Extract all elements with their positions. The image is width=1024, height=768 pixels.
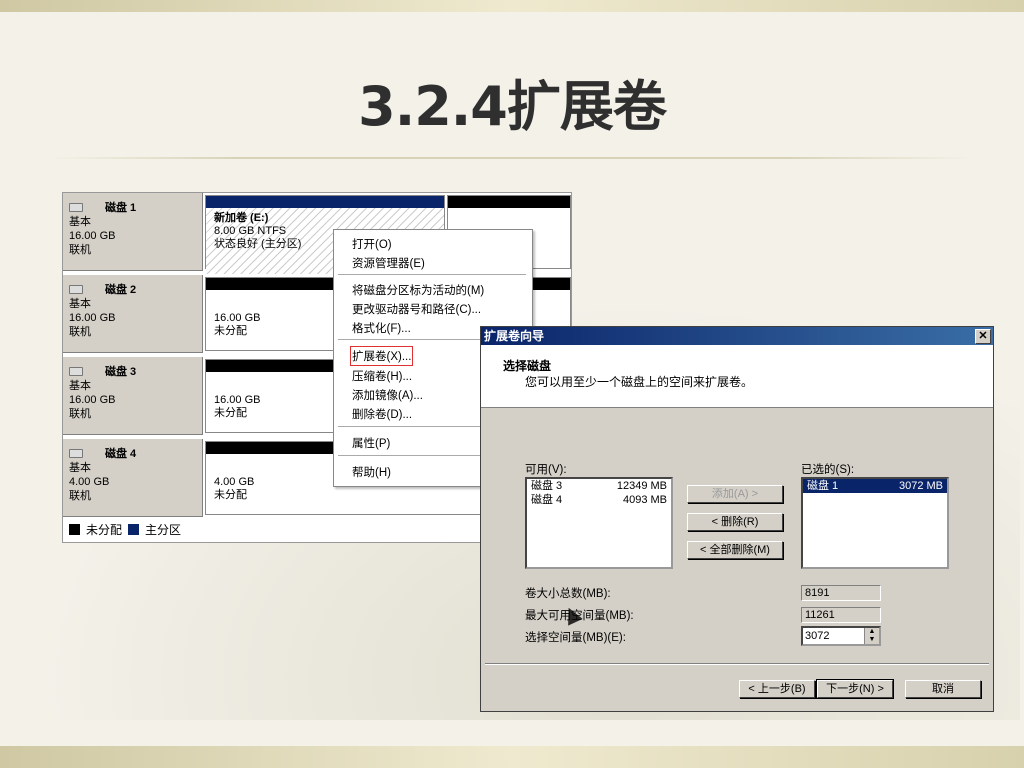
select-space-stepper[interactable]: 3072 ▲ ▼ (801, 626, 881, 646)
partition-name: 新加卷 (E:) (214, 212, 269, 224)
available-list[interactable]: 磁盘 3 12349 MB 磁盘 4 4093 MB (525, 477, 673, 569)
disk-name: 磁盘 4 (531, 494, 563, 506)
close-icon[interactable]: ✕ (975, 329, 991, 344)
disk-label[interactable]: 磁盘 4 基本 4.00 GB 联机 (63, 439, 203, 517)
selected-label: 已选的(S): (801, 464, 855, 476)
total-size-label: 卷大小总数(MB): (525, 588, 611, 600)
list-item[interactable]: 磁盘 4 4093 MB (527, 493, 671, 507)
disk-name: 磁盘 3 (531, 480, 563, 492)
menu-item-explorer[interactable]: 资源管理器(E) (352, 255, 425, 271)
menu-item-add-mirror[interactable]: 添加镜像(A)... (352, 387, 423, 403)
disk-size: 12349 MB (616, 480, 667, 492)
legend-unallocated: 未分配 (86, 523, 123, 537)
list-item[interactable]: 磁盘 3 12349 MB (527, 479, 671, 493)
available-label: 可用(V): (525, 464, 567, 476)
disk-icon (69, 448, 83, 458)
disk-type: 基本 (69, 298, 91, 310)
select-space-value: 3072 (805, 630, 830, 642)
top-band (0, 0, 1024, 12)
back-button[interactable]: < 上一步(B) (739, 680, 815, 698)
bottom-band (0, 746, 1024, 768)
selected-list[interactable]: 磁盘 1 3072 MB (801, 477, 949, 569)
disk-size: 16.00 GB (69, 394, 116, 406)
disk-size: 3072 MB (898, 480, 943, 492)
disk-label[interactable]: 磁盘 3 基本 16.00 GB 联机 (63, 357, 203, 435)
add-button[interactable]: 添加(A) > (687, 485, 783, 503)
menu-item-change-letter[interactable]: 更改驱动器号和路径(C)... (352, 301, 481, 317)
disk-status: 联机 (69, 490, 91, 502)
legend-primary: 主分区 (145, 523, 182, 537)
disk-size: 16.00 GB (69, 312, 116, 324)
unallocated-swatch (69, 524, 80, 535)
legend: 未分配 主分区 (69, 521, 181, 538)
disk-size: 4093 MB (622, 494, 667, 506)
menu-item-delete-volume[interactable]: 删除卷(D)... (352, 406, 412, 422)
primary-swatch (128, 524, 140, 535)
disk-status: 联机 (69, 244, 91, 256)
cancel-button[interactable]: 取消 (905, 680, 981, 698)
wizard-title-bar: 扩展卷向导 ✕ (481, 327, 993, 345)
menu-item-shrink-volume[interactable]: 压缩卷(H)... (352, 368, 412, 384)
remove-button[interactable]: < 删除(R) (687, 513, 783, 531)
slide-title: 3.2.4扩展卷 (358, 75, 667, 138)
list-item[interactable]: 磁盘 1 3072 MB (803, 479, 947, 493)
disk-label[interactable]: 磁盘 2 基本 16.00 GB 联机 (63, 275, 203, 353)
menu-item-extend-volume[interactable]: 扩展卷(X)... (349, 346, 414, 366)
disk-name: 磁盘 1 (105, 202, 137, 214)
wizard-title: 扩展卷向导 (484, 329, 545, 343)
total-size-value: 8191 (801, 585, 881, 601)
disk-name: 磁盘 2 (105, 284, 137, 296)
menu-item-help[interactable]: 帮助(H) (352, 464, 391, 480)
menu-item-properties[interactable]: 属性(P) (352, 435, 390, 451)
wizard-heading: 选择磁盘 (503, 359, 552, 373)
next-button[interactable]: 下一步(N) > (816, 679, 894, 699)
disk-name: 磁盘 3 (105, 366, 137, 378)
footer-divider (485, 663, 989, 665)
disk-status: 联机 (69, 408, 91, 420)
disk-type: 基本 (69, 216, 91, 228)
disk-label[interactable]: 磁盘 1 基本 16.00 GB 联机 (63, 193, 203, 271)
disk-icon (69, 366, 83, 376)
disk-name: 磁盘 4 (105, 448, 137, 460)
disk-icon (69, 202, 83, 212)
menu-separator (338, 274, 526, 275)
disk-size: 16.00 GB (69, 230, 116, 242)
menu-item-format[interactable]: 格式化(F)... (352, 320, 411, 336)
remove-all-button[interactable]: < 全部删除(M) (687, 541, 783, 559)
select-space-label: 选择空间量(MB)(E): (525, 632, 626, 644)
extend-volume-wizard: 扩展卷向导 ✕ 选择磁盘 您可以用至少一个磁盘上的空间来扩展卷。 可用(V): … (480, 326, 994, 712)
disk-size: 4.00 GB (69, 476, 110, 488)
spin-arrows-icon[interactable]: ▲ ▼ (864, 628, 879, 644)
max-space-value: 11261 (801, 607, 881, 623)
menu-item-open[interactable]: 打开(O) (352, 236, 392, 252)
disk-icon (69, 284, 83, 294)
menu-item-mark-active[interactable]: 将磁盘分区标为活动的(M) (352, 282, 484, 298)
disk-type: 基本 (69, 462, 91, 474)
wizard-header: 选择磁盘 您可以用至少一个磁盘上的空间来扩展卷。 (481, 345, 993, 408)
disk-name: 磁盘 1 (807, 480, 839, 492)
disk-status: 联机 (69, 326, 91, 338)
wizard-subheading: 您可以用至少一个磁盘上的空间来扩展卷。 (525, 375, 754, 389)
title-divider (50, 157, 972, 159)
disk-type: 基本 (69, 380, 91, 392)
